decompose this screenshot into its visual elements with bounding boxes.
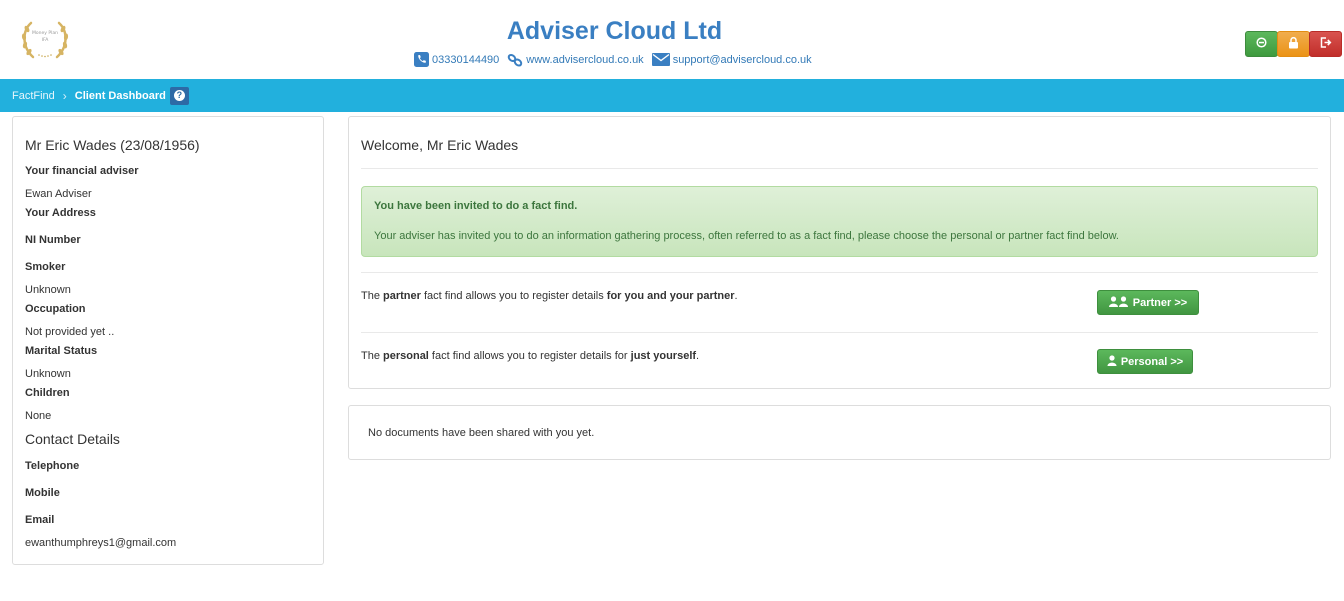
website-link[interactable]: www.advisercloud.co.uk [507, 53, 644, 67]
occupation-label: Occupation [25, 303, 86, 315]
breadcrumb-separator: › [62, 88, 67, 103]
user-icon [1107, 354, 1117, 369]
welcome-panel: Welcome, Mr Eric Wades You have been inv… [348, 116, 1331, 389]
marital-status-value: Unknown [25, 368, 71, 380]
lock-button[interactable] [1277, 31, 1310, 57]
children-value: None [25, 410, 52, 422]
envelope-icon [651, 53, 670, 66]
adviser-value: Ewan Adviser [25, 188, 92, 200]
settings-icon [1256, 37, 1267, 51]
header-actions [1245, 31, 1342, 57]
logout-icon [1320, 37, 1332, 51]
website-url: www.advisercloud.co.uk [526, 53, 644, 66]
contact-details-heading: Contact Details [25, 431, 120, 447]
phone-link[interactable]: 03330144490 [414, 52, 499, 67]
ni-number-label: NI Number [25, 234, 81, 246]
invite-alert: You have been invited to do a fact find.… [361, 186, 1318, 257]
lock-icon [1288, 36, 1299, 52]
alert-body: Your adviser has invited you to do an in… [374, 230, 1119, 242]
email-address: support@advisercloud.co.uk [672, 53, 812, 66]
welcome-title: Welcome, Mr Eric Wades [361, 137, 519, 153]
partner-button-label: Partner >> [1132, 296, 1188, 309]
adviser-label: Your financial adviser [25, 165, 139, 177]
divider [361, 168, 1318, 169]
occupation-value: Not provided yet .. [25, 326, 115, 338]
question-icon: ? [173, 90, 185, 101]
email-link[interactable]: support@advisercloud.co.uk [651, 53, 812, 66]
header: Money Plan IFA Adviser Cloud Ltd 0333014… [0, 0, 1344, 79]
phone-number: 03330144490 [432, 53, 500, 66]
alert-title: You have been invited to do a fact find. [374, 200, 578, 212]
marital-status-label: Marital Status [25, 345, 98, 357]
contact-links: 03330144490 www.advisercloud.co.uk suppo… [414, 52, 812, 67]
mobile-label: Mobile [25, 487, 60, 499]
smoker-label: Smoker [25, 261, 66, 273]
company-name: Adviser Cloud Ltd [506, 17, 723, 45]
help-button[interactable]: ? [169, 86, 189, 105]
brand: Adviser Cloud Ltd [0, 16, 1229, 46]
no-documents-message: No documents have been shared with you y… [368, 427, 595, 439]
breadcrumb-client-dashboard: Client Dashboard [74, 89, 166, 102]
breadcrumb: FactFind › Client Dashboard ? [0, 79, 1344, 112]
address-label: Your Address [25, 207, 96, 219]
partner-description: The partner fact find allows you to regi… [361, 290, 738, 302]
breadcrumb-factfind[interactable]: FactFind [12, 90, 55, 102]
email-label: Email [25, 514, 55, 526]
telephone-label: Telephone [25, 460, 80, 472]
personal-button-label: Personal >> [1120, 355, 1184, 368]
two-users-icon [1108, 295, 1129, 310]
link-icon [507, 53, 523, 67]
phone-icon [414, 52, 429, 67]
partner-button[interactable]: Partner >> [1097, 290, 1199, 315]
smoker-value: Unknown [25, 284, 71, 296]
children-label: Children [25, 387, 70, 399]
email-value: ewanthumphreys1@gmail.com [25, 537, 177, 549]
client-name: Mr Eric Wades (23/08/1956) [25, 137, 200, 153]
personal-description: The personal fact find allows you to reg… [361, 350, 700, 362]
divider [361, 332, 1318, 333]
documents-panel: No documents have been shared with you y… [348, 405, 1331, 460]
settings-button[interactable] [1245, 31, 1278, 57]
personal-button[interactable]: Personal >> [1097, 349, 1193, 374]
divider [361, 272, 1318, 273]
client-details-panel: Mr Eric Wades (23/08/1956) Your financia… [12, 116, 324, 565]
logout-button[interactable] [1309, 31, 1342, 57]
